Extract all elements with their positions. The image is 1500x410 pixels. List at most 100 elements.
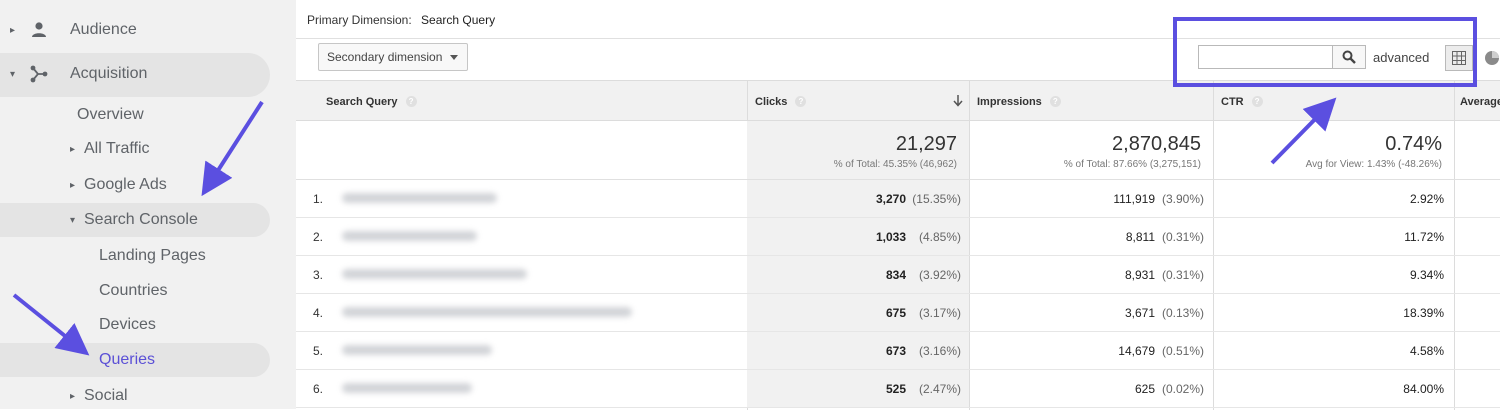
clicks-percent: (3.16%) — [918, 344, 961, 358]
clicks-value: 675 — [885, 306, 906, 320]
impressions-percent: (3.90%) — [1161, 192, 1204, 206]
sidebar-item-queries[interactable]: Queries — [99, 351, 155, 369]
sidebar-item-landing-pages[interactable]: Landing Pages — [99, 247, 206, 265]
sidebar-item-audience[interactable]: ▸ Audience — [10, 21, 137, 39]
table-row[interactable]: 5. 673 (3.16%) 14,679 (0.51%) 4.58% — [296, 332, 1500, 370]
pie-view-button[interactable] — [1484, 50, 1500, 66]
clicks-value: 525 — [885, 382, 906, 396]
sidebar-item-label: Acquisition — [70, 65, 148, 82]
clicks-percent: (3.92%) — [918, 268, 961, 282]
row-index: 2. — [313, 230, 324, 244]
impressions-percent: (0.51%) — [1161, 344, 1204, 358]
header-label: CTR — [1221, 95, 1244, 108]
table-row[interactable]: 2. 1,033 (4.85%) 8,811 (0.31%) 11.72% — [296, 218, 1500, 256]
sidebar-item-devices[interactable]: Devices — [99, 316, 156, 334]
total-value: 2,870,845 — [1112, 133, 1201, 155]
sidebar-item-countries[interactable]: Countries — [99, 282, 167, 300]
table-row[interactable]: 4. 675 (3.17%) 3,671 (0.13%) 18.39% — [296, 294, 1500, 332]
header-label: Average — [1460, 95, 1500, 108]
total-subtext: % of Total: 45.35% (46,962) — [833, 159, 957, 170]
total-value: 21,297 — [895, 133, 957, 155]
total-subtext: % of Total: 87.66% (3,275,151) — [1063, 159, 1201, 170]
secondary-dimension-label: Secondary dimension — [327, 50, 443, 64]
sidebar-item-acquisition[interactable]: ▾ Acquisition — [10, 65, 147, 83]
help-icon[interactable]: ? — [1049, 96, 1061, 107]
clicks-value: 1,033 — [875, 230, 906, 244]
redacted-query[interactable] — [342, 231, 477, 241]
impressions-value: 625 — [1134, 382, 1155, 396]
sidebar-item-label: All Traffic — [84, 140, 150, 157]
caret-right-icon: ▸ — [70, 179, 76, 191]
total-subtext: Avg for View: 1.43% (-48.26%) — [1305, 159, 1442, 170]
clicks-percent: (4.85%) — [918, 230, 961, 244]
header-clicks[interactable]: Clicks ? — [747, 81, 969, 122]
sort-down-icon — [953, 95, 963, 107]
row-index: 1. — [313, 192, 324, 206]
header-average[interactable]: Average — [1454, 81, 1500, 122]
clicks-percent: (15.35%) — [912, 192, 961, 206]
redacted-query[interactable] — [342, 307, 632, 317]
ctr-value: 4.58% — [1409, 344, 1444, 358]
ctr-value: 18.39% — [1403, 306, 1444, 320]
impressions-value: 8,811 — [1125, 230, 1155, 244]
redacted-query[interactable] — [342, 383, 472, 393]
sidebar-item-label: Devices — [99, 316, 156, 333]
impressions-value: 111,919 — [1113, 192, 1155, 206]
sidebar-item-social[interactable]: ▸ Social — [70, 387, 128, 405]
header-label: Impressions — [977, 95, 1042, 108]
row-index: 5. — [313, 344, 324, 358]
search-highlight-box — [1173, 17, 1477, 87]
row-index: 4. — [313, 306, 324, 320]
impressions-percent: (0.31%) — [1161, 268, 1204, 282]
table-row[interactable]: 1. 3,270 (15.35%) 111,919 (3.90%) 2.92% — [296, 180, 1500, 218]
pie-view-icon — [1485, 51, 1499, 65]
report-panel: Primary Dimension: Search Query Secondar… — [296, 0, 1500, 410]
ctr-value: 2.92% — [1409, 192, 1444, 206]
totals-row: 21,297 % of Total: 45.35% (46,962) 2,870… — [296, 121, 1500, 180]
person-icon — [32, 22, 46, 37]
total-value: 0.74% — [1385, 133, 1442, 155]
impressions-value: 14,679 — [1118, 344, 1155, 358]
sidebar: ▸ Audience ▾ Acquisition Overview ▸ All … — [0, 0, 296, 409]
header-ctr[interactable]: CTR ? — [1213, 81, 1454, 122]
clicks-value: 834 — [885, 268, 906, 282]
sidebar-item-overview[interactable]: Overview — [77, 106, 144, 124]
caret-right-icon: ▸ — [70, 143, 76, 155]
total-ctr: 0.74% Avg for View: 1.43% (-48.26%) — [1213, 121, 1454, 179]
dropdown-arrow-icon — [450, 55, 458, 60]
sidebar-item-label: Google Ads — [84, 176, 167, 193]
caret-down-icon: ▾ — [10, 68, 16, 80]
impressions-percent: (0.31%) — [1161, 230, 1204, 244]
impressions-value: 3,671 — [1124, 306, 1155, 320]
sidebar-item-all-traffic[interactable]: ▸ All Traffic — [70, 140, 150, 158]
header-search-query[interactable]: Search Query ? — [326, 81, 417, 122]
redacted-query[interactable] — [342, 193, 497, 203]
help-icon[interactable]: ? — [795, 96, 807, 107]
table-row[interactable]: 3. 834 (3.92%) 8,931 (0.31%) 9.34% — [296, 256, 1500, 294]
sidebar-item-label: Social — [84, 387, 128, 404]
row-index: 3. — [313, 268, 324, 282]
caret-right-icon: ▸ — [10, 24, 16, 36]
clicks-value: 3,270 — [875, 192, 906, 206]
secondary-dimension-dropdown[interactable]: Secondary dimension — [318, 43, 468, 71]
clicks-value: 673 — [885, 344, 906, 358]
help-icon[interactable]: ? — [405, 96, 417, 107]
ctr-value: 84.00% — [1403, 382, 1444, 396]
sidebar-item-google-ads[interactable]: ▸ Google Ads — [70, 176, 167, 194]
caret-right-icon: ▸ — [70, 390, 76, 402]
clicks-percent: (2.47%) — [918, 382, 961, 396]
help-icon[interactable]: ? — [1251, 96, 1263, 107]
redacted-query[interactable] — [342, 269, 527, 279]
primary-dimension-value[interactable]: Search Query — [421, 13, 495, 27]
acquisition-icon — [30, 65, 48, 83]
sidebar-item-label: Audience — [70, 21, 137, 38]
impressions-percent: (0.13%) — [1161, 306, 1204, 320]
sidebar-item-label: Queries — [99, 351, 156, 368]
ctr-value: 9.34% — [1409, 268, 1444, 282]
sidebar-item-label: Search Console — [84, 211, 198, 228]
table-row[interactable]: 6. 525 (2.47%) 625 (0.02%) 84.00% — [296, 370, 1500, 408]
sidebar-item-search-console[interactable]: ▾ Search Console — [70, 211, 198, 229]
header-impressions[interactable]: Impressions ? — [969, 81, 1213, 122]
primary-dimension: Primary Dimension: Search Query — [307, 13, 495, 27]
redacted-query[interactable] — [342, 345, 492, 355]
